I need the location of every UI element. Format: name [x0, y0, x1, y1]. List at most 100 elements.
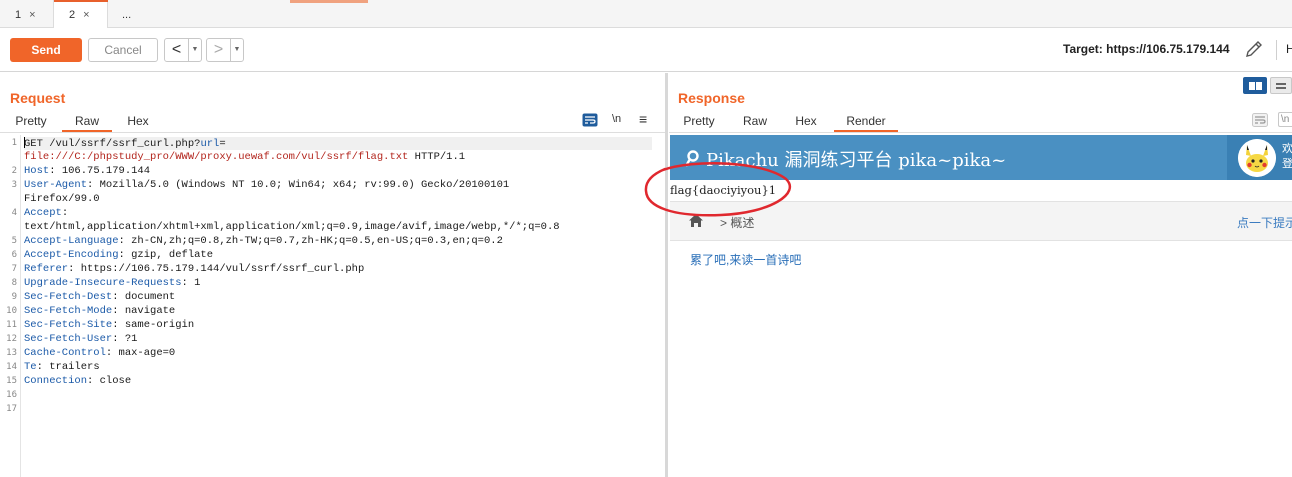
tab-2[interactable]: 2 ×: [54, 0, 108, 29]
poem-link[interactable]: 累了吧,来读一首诗吧: [690, 251, 801, 268]
line-number: 9: [11, 292, 17, 302]
user-area: 欢 登: [1227, 135, 1292, 180]
header-value: : ?1: [112, 333, 138, 345]
header-name: Accept: [24, 207, 62, 219]
code-line: Sec-Fetch-Mode: navigate: [24, 305, 175, 317]
toolbar-divider: [1276, 40, 1277, 60]
code-line: text/html,application/xhtml+xml,applicat…: [24, 221, 560, 233]
code-line: Te: trailers: [24, 361, 100, 373]
code-line: Sec-Fetch-Site: same-origin: [24, 319, 194, 331]
send-button[interactable]: Send: [10, 38, 82, 62]
close-icon[interactable]: ×: [83, 9, 89, 21]
cancel-button[interactable]: Cancel: [88, 38, 158, 62]
panel-splitter[interactable]: [665, 73, 668, 477]
user-greeting-line: 欢: [1282, 143, 1292, 155]
header-value: : max-age=0: [105, 347, 176, 359]
tab-request-raw[interactable]: Raw: [62, 112, 112, 132]
header-value: : 106.75.179.144: [49, 165, 151, 177]
code-line: Upgrade-Insecure-Requests: 1: [24, 277, 200, 289]
wrap-lines-icon[interactable]: [582, 113, 598, 127]
code-line: Cache-Control: max-age=0: [24, 347, 175, 359]
header-name: Te: [24, 361, 37, 373]
code-line: file:///C:/phpstudy_pro/WWW/proxy.uewaf.…: [24, 151, 465, 163]
user-greeting: 欢 登: [1282, 142, 1292, 172]
response-tabs-underline: [669, 132, 1292, 133]
header-value: : document: [112, 291, 176, 303]
header-value: : close: [87, 375, 132, 387]
tab-request-pretty[interactable]: Pretty: [8, 112, 54, 132]
tab-more[interactable]: ...: [108, 0, 148, 28]
newline-toggle-button[interactable]: \n: [612, 113, 621, 125]
request-editor[interactable]: 1 2 3 4 5 6 7 8 9 10 11 12 13 14 15 16 1…: [0, 135, 665, 477]
header-value: :: [61, 207, 69, 219]
line-number-gutter: 1 2 3 4 5 6 7 8 9 10 11 12 13 14 15 16 1…: [0, 135, 21, 477]
code-line: Sec-Fetch-Dest: document: [24, 291, 175, 303]
code-line: Referer: https://106.75.179.144/vul/ssrf…: [24, 263, 364, 275]
back-button-group[interactable]: < ▼: [164, 38, 202, 62]
line-number: 14: [6, 362, 17, 372]
forward-button-group[interactable]: > ▼: [206, 38, 244, 62]
line-number: 17: [6, 404, 17, 414]
tab-1[interactable]: 1 ×: [0, 0, 54, 28]
toolbar-trailing-label[interactable]: H: [1286, 42, 1292, 56]
code-line: Accept-Encoding: gzip, deflate: [24, 249, 213, 261]
tab-label: 1: [15, 9, 22, 21]
tab-label: ...: [122, 9, 132, 21]
tab-accent-bar: [290, 0, 368, 3]
pencil-icon[interactable]: [1243, 38, 1265, 60]
tab-response-render[interactable]: Render: [834, 112, 898, 132]
menu-icon[interactable]: ≡: [639, 111, 647, 127]
code-line: Connection: close: [24, 375, 131, 387]
header-name: Referer: [24, 263, 69, 275]
wrap-lines-icon[interactable]: [1252, 113, 1268, 127]
header-value-wrap: Firefox/99.0: [24, 193, 100, 205]
tab-request-hex[interactable]: Hex: [118, 112, 158, 132]
query-param-value: file:///C:/phpstudy_pro/WWW/proxy.uewaf.…: [24, 151, 409, 163]
split-vertical-layout-button[interactable]: [1270, 77, 1292, 94]
split-horizontal-layout-button[interactable]: [1243, 77, 1267, 94]
target-label: Target: https://106.75.179.144: [1063, 42, 1230, 56]
request-title: Request: [10, 90, 66, 106]
code-line: Accept-Language: zh-CN,zh;q=0.8,zh-TW;q=…: [24, 235, 503, 247]
response-title: Response: [678, 90, 745, 106]
newline-toggle-button[interactable]: \n: [1278, 112, 1292, 127]
tab-response-pretty[interactable]: Pretty: [676, 112, 722, 132]
request-line-method: GET /vul/ssrf/ssrf_curl.php?: [24, 138, 201, 150]
header-value: : zh-CN,zh;q=0.8,zh-TW;q=0.7,zh-HK;q=0.5…: [118, 235, 503, 247]
code-line: Accept:: [24, 207, 68, 219]
tab-response-hex[interactable]: Hex: [786, 112, 826, 132]
avatar[interactable]: [1238, 139, 1276, 177]
user-greeting-line: 登: [1282, 158, 1292, 170]
chevron-down-icon[interactable]: ▼: [231, 39, 243, 61]
line-number: 15: [6, 376, 17, 386]
tab-response-raw[interactable]: Raw: [734, 112, 776, 132]
line-number: 13: [6, 348, 17, 358]
line-number: 1: [11, 138, 17, 148]
forward-arrow-icon[interactable]: >: [207, 39, 231, 61]
header-value: : https://106.75.179.144/vul/ssrf/ssrf_c…: [68, 263, 365, 275]
code-line: GET /vul/ssrf/ssrf_curl.php?url=: [24, 137, 652, 150]
header-value: : trailers: [36, 361, 100, 373]
pikachu-avatar-icon: [1238, 139, 1276, 177]
header-value: : same-origin: [112, 319, 195, 331]
line-number: 6: [11, 250, 17, 260]
line-number: 2: [11, 166, 17, 176]
header-name: Sec-Fetch-Site: [24, 319, 113, 331]
line-number: 4: [11, 208, 17, 218]
code-line: Host: 106.75.179.144: [24, 165, 150, 177]
chevron-down-icon[interactable]: ▼: [189, 39, 201, 61]
line-number: 3: [11, 180, 17, 190]
code-line: Firefox/99.0: [24, 193, 100, 205]
back-arrow-icon[interactable]: <: [165, 39, 189, 61]
header-name: User-Agent: [24, 179, 88, 191]
header-name: Sec-Fetch-Mode: [24, 305, 113, 317]
line-number: 16: [6, 390, 17, 400]
line-number: 7: [11, 264, 17, 274]
line-number: 8: [11, 278, 17, 288]
hint-link[interactable]: 点一下提示: [1237, 214, 1292, 231]
header-name: Connection: [24, 375, 88, 387]
layout-icon: [1276, 87, 1286, 89]
close-icon[interactable]: ×: [29, 9, 35, 21]
toolbar: Send Cancel < ▼ > ▼ Target: https://106.…: [0, 28, 1292, 72]
layout-icon: [1256, 82, 1262, 90]
